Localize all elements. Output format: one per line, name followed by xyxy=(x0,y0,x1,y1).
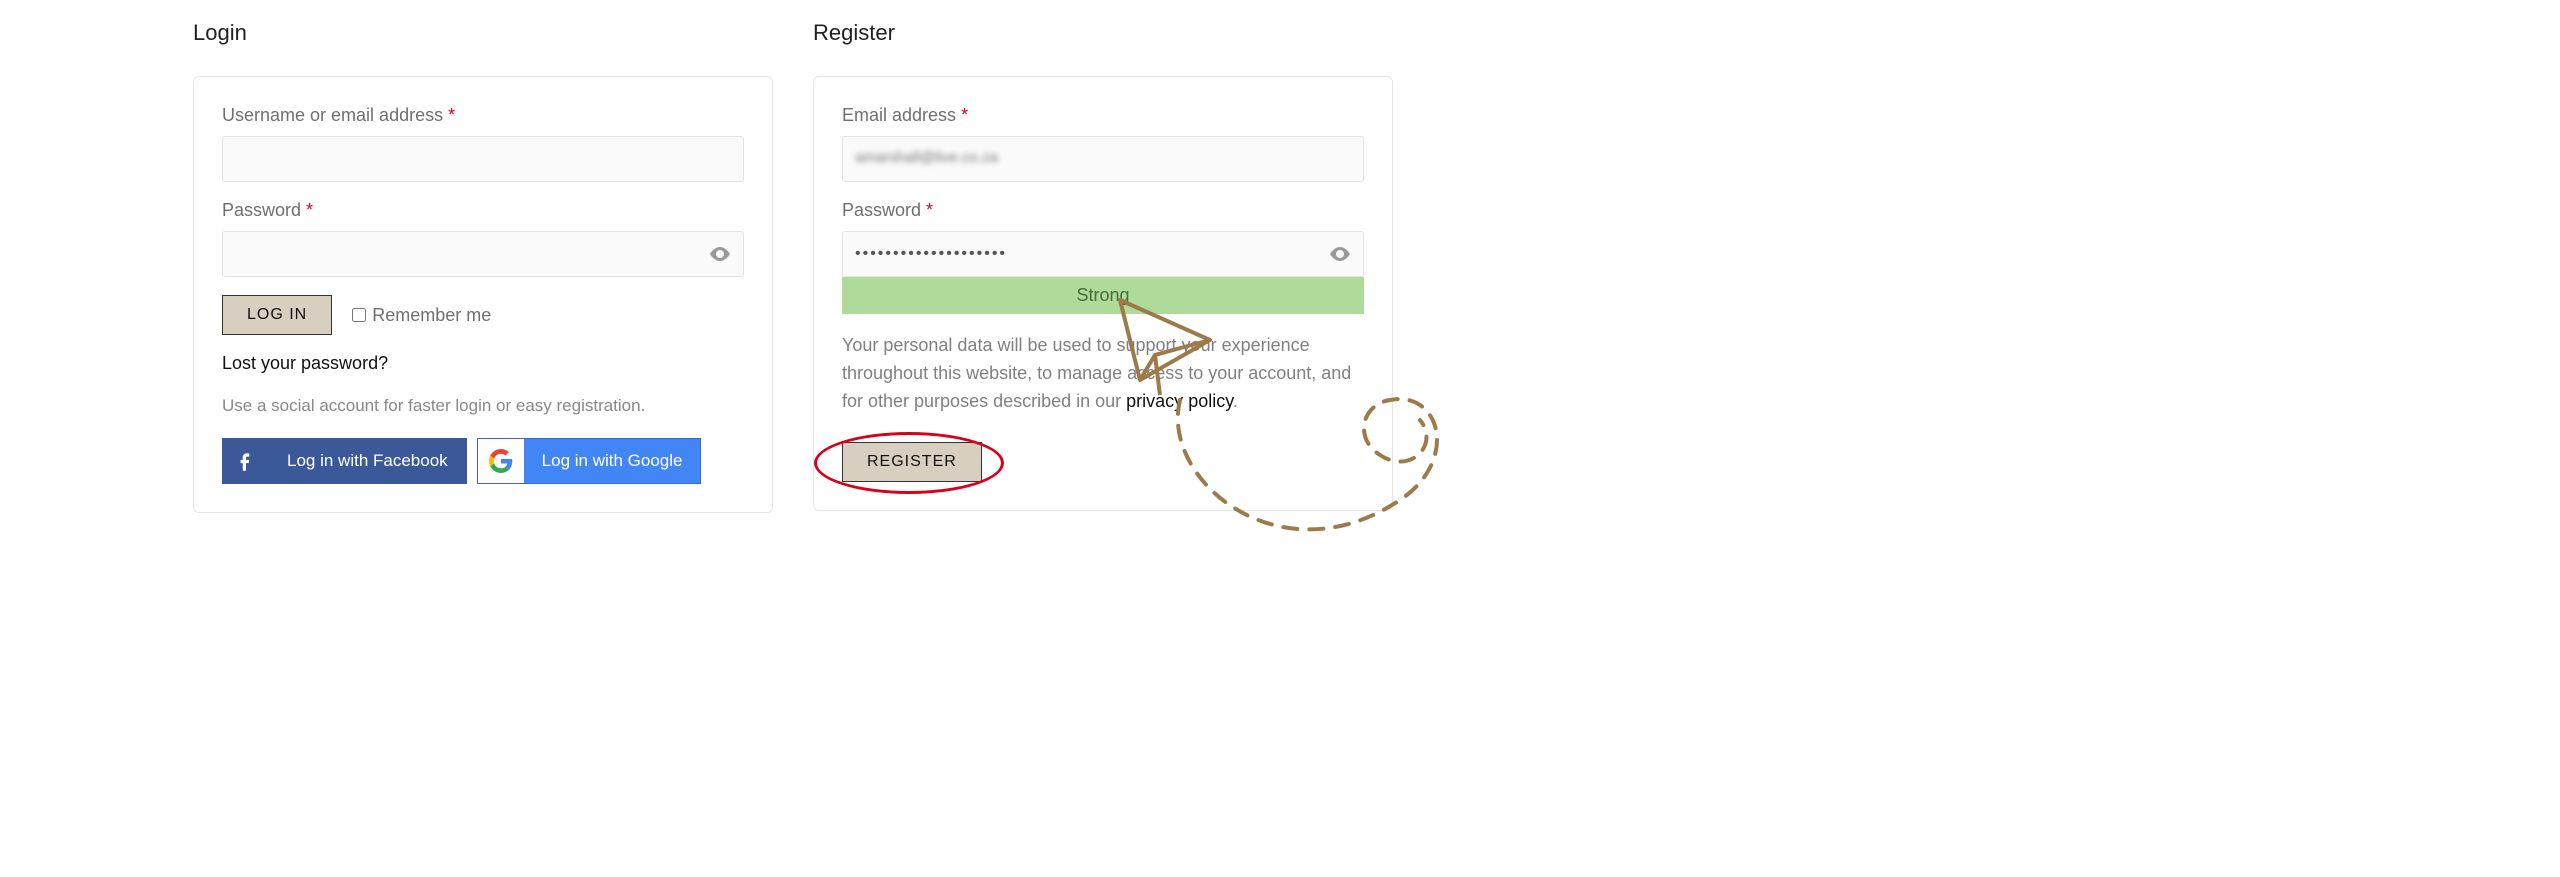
register-panel: Email address * amarshall@live.co.za Pas… xyxy=(813,76,1393,511)
privacy-text-1: Your personal data will be used to suppo… xyxy=(842,335,1351,411)
register-password-label: Password * xyxy=(842,200,1364,221)
register-email-label: Email address * xyxy=(842,105,1364,126)
required-mark: * xyxy=(306,200,313,220)
eye-icon[interactable] xyxy=(1330,245,1350,266)
login-column: Login Username or email address * Passwo… xyxy=(193,20,773,513)
register-button[interactable]: REGISTER xyxy=(842,442,982,482)
register-email-input[interactable]: amarshall@live.co.za xyxy=(842,136,1364,182)
register-email-label-text: Email address xyxy=(842,105,956,125)
remember-me-text: Remember me xyxy=(372,305,491,326)
login-password-label: Password * xyxy=(222,200,744,221)
required-mark: * xyxy=(926,200,933,220)
google-icon xyxy=(478,439,524,483)
privacy-text-2: . xyxy=(1233,391,1238,411)
login-title: Login xyxy=(193,20,773,46)
register-password-input[interactable] xyxy=(842,231,1364,277)
register-email-value: amarshall@live.co.za xyxy=(843,137,1363,178)
privacy-policy-link[interactable]: privacy policy xyxy=(1126,391,1233,411)
login-button[interactable]: LOG IN xyxy=(222,295,332,335)
required-mark: * xyxy=(961,105,968,125)
login-password-label-text: Password xyxy=(222,200,301,220)
remember-me-label[interactable]: Remember me xyxy=(348,305,491,326)
google-button-label: Log in with Google xyxy=(524,439,701,483)
login-panel: Username or email address * Password * L… xyxy=(193,76,773,513)
username-input[interactable] xyxy=(222,136,744,182)
social-helper-text: Use a social account for faster login or… xyxy=(222,396,744,416)
facebook-button-label: Log in with Facebook xyxy=(269,439,466,483)
username-label: Username or email address * xyxy=(222,105,744,126)
remember-me-checkbox[interactable] xyxy=(352,308,366,322)
required-mark: * xyxy=(448,105,455,125)
google-login-button[interactable]: Log in with Google xyxy=(477,438,702,484)
eye-icon[interactable] xyxy=(710,245,730,266)
facebook-icon xyxy=(223,439,269,483)
register-column: Register Email address * amarshall@live.… xyxy=(813,20,1393,513)
login-password-input[interactable] xyxy=(222,231,744,277)
register-password-label-text: Password xyxy=(842,200,921,220)
username-label-text: Username or email address xyxy=(222,105,443,125)
privacy-text: Your personal data will be used to suppo… xyxy=(842,332,1364,416)
facebook-login-button[interactable]: Log in with Facebook xyxy=(222,438,467,484)
register-title: Register xyxy=(813,20,1393,46)
lost-password-link[interactable]: Lost your password? xyxy=(222,353,388,374)
